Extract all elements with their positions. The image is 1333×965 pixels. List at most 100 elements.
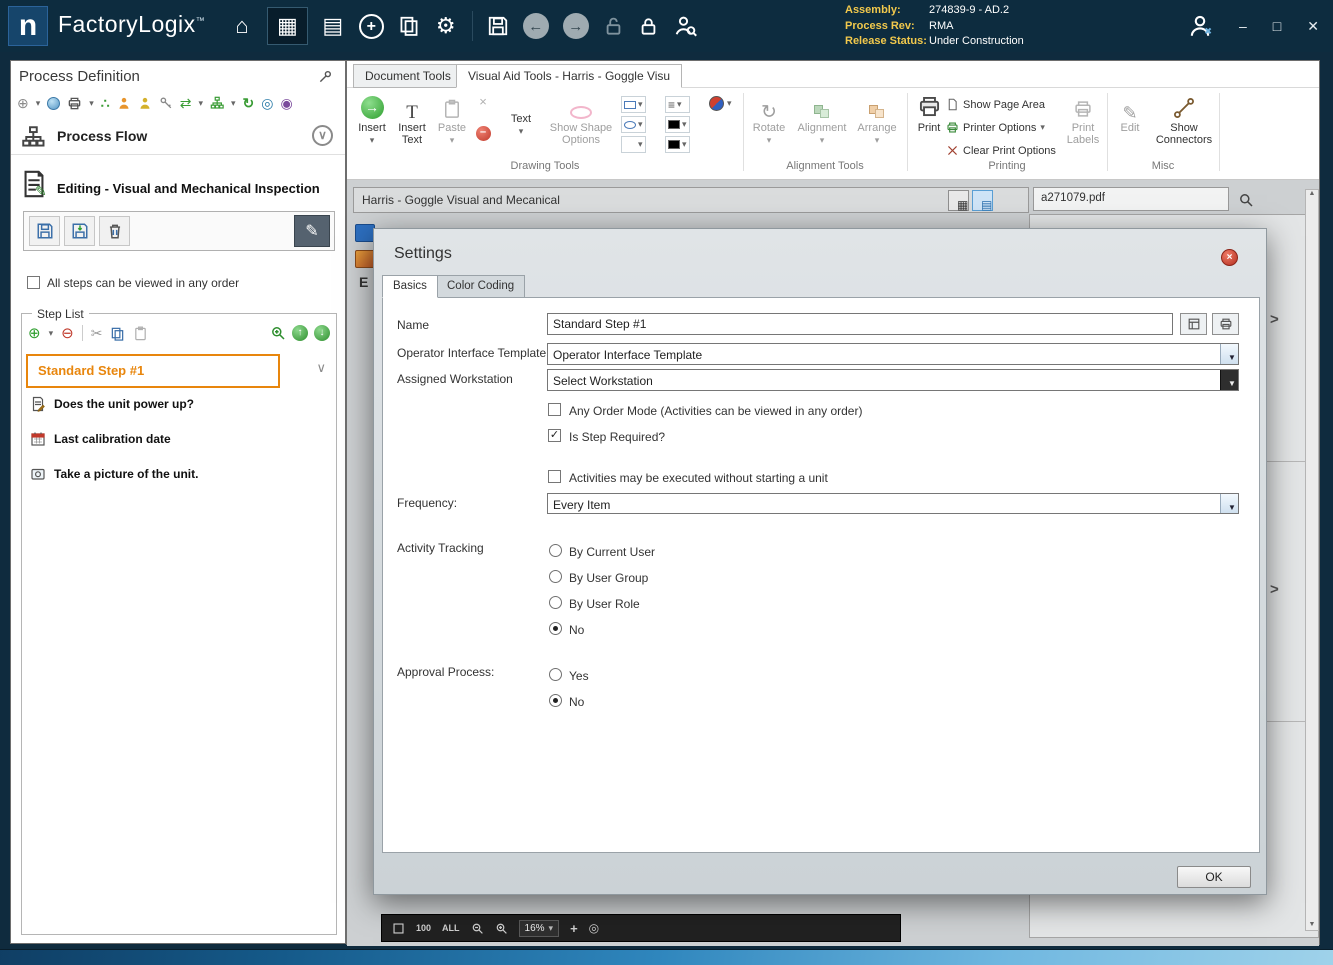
- show-page-area-button[interactable]: Show Page Area: [946, 98, 1071, 111]
- approval-yes-radio[interactable]: [549, 668, 562, 681]
- expand-chevron-icon[interactable]: >: [1270, 311, 1279, 328]
- dialog-close-icon[interactable]: ×: [1221, 249, 1238, 266]
- tracking-by-current-user-radio[interactable]: [549, 544, 562, 557]
- step-item[interactable]: Does the unit power up?: [30, 396, 194, 412]
- clear-print-options-button[interactable]: Clear Print Options: [946, 144, 1071, 157]
- expand-chevron-icon[interactable]: >: [1270, 581, 1279, 598]
- user-icon[interactable]: [138, 96, 152, 110]
- add-dropdown-icon[interactable]: ▾: [36, 98, 41, 109]
- insert-dropdown-icon[interactable]: ▾: [370, 135, 375, 145]
- scroll-down-icon[interactable]: ▼: [1306, 921, 1318, 928]
- is-step-required-checkbox[interactable]: ✓: [548, 429, 561, 442]
- combo-arrow-icon[interactable]: ▼: [1220, 494, 1238, 513]
- step-item-selected[interactable]: Standard Step #1: [26, 354, 280, 388]
- frequency-select[interactable]: Every Item ▼: [547, 493, 1239, 514]
- navigator-icon[interactable]: +: [358, 13, 384, 39]
- ellipse-tool[interactable]: ▾: [621, 116, 646, 133]
- fit-page-icon[interactable]: [392, 922, 405, 935]
- tree-icon[interactable]: [210, 96, 224, 110]
- rectangle-dropdown-icon[interactable]: ▾: [638, 99, 643, 110]
- pdf-name-box[interactable]: a271079.pdf: [1033, 187, 1229, 211]
- rectangle-tool[interactable]: ▾: [621, 96, 646, 113]
- right-scrollbar[interactable]: ▲ ▼: [1305, 189, 1319, 931]
- zoom-dropdown-icon[interactable]: ▾: [549, 923, 554, 934]
- any-order-mode-checkbox[interactable]: [548, 403, 561, 416]
- line-style-tool[interactable]: ≡ ▾: [665, 96, 690, 113]
- tab-visual-aid-tools[interactable]: Visual Aid Tools - Harris - Goggle Visu: [456, 64, 683, 88]
- fill-color-dropdown-icon[interactable]: ▾: [682, 139, 687, 150]
- tracking-no-radio[interactable]: [549, 622, 562, 635]
- tracking-by-user-role-radio[interactable]: [549, 596, 562, 609]
- maximize-button[interactable]: □: [1273, 18, 1281, 34]
- add-icon[interactable]: ⊕: [17, 94, 29, 112]
- minimize-button[interactable]: –: [1239, 18, 1247, 34]
- save-step-button[interactable]: [29, 216, 60, 246]
- documents-icon[interactable]: ▤: [321, 13, 345, 39]
- ok-button[interactable]: OK: [1177, 866, 1251, 888]
- back-icon[interactable]: ←: [522, 13, 549, 39]
- line-style-dropdown-icon[interactable]: ▾: [677, 99, 682, 110]
- target-icon[interactable]: ◎: [261, 94, 273, 112]
- tab-basics[interactable]: Basics: [382, 275, 438, 298]
- user-logout-icon[interactable]: [1187, 13, 1213, 39]
- user-add-icon[interactable]: [117, 96, 131, 110]
- user-search-icon[interactable]: [673, 14, 697, 38]
- image-dropdown-icon[interactable]: ▾: [727, 98, 732, 109]
- remove-shape-icon[interactable]: –: [475, 126, 491, 141]
- zoom-in-icon[interactable]: [495, 922, 508, 935]
- image-tool[interactable]: ▾: [709, 96, 732, 111]
- shapes-dropdown-icon[interactable]: ▾: [638, 139, 643, 150]
- printer-options-button[interactable]: Printer Options ▾: [946, 121, 1071, 134]
- process-definition-icon[interactable]: ▦: [267, 7, 308, 45]
- tree-dropdown-icon[interactable]: ▾: [231, 98, 236, 109]
- assigned-workstation-select[interactable]: Select Workstation ▼: [547, 369, 1239, 391]
- gear-icon[interactable]: ⚙: [434, 13, 458, 39]
- blue-tool-icon[interactable]: [355, 224, 375, 242]
- forward-icon[interactable]: →: [562, 13, 589, 39]
- combo-arrow-icon[interactable]: ▼: [1220, 370, 1238, 390]
- refresh-icon[interactable]: ↻: [243, 94, 255, 112]
- stroke-color-dropdown-icon[interactable]: ▾: [682, 119, 687, 130]
- show-connectors-button[interactable]: Show Connectors: [1153, 93, 1215, 146]
- network-icon[interactable]: ∴: [101, 94, 110, 112]
- ellipse-dropdown-icon[interactable]: ▾: [638, 119, 643, 130]
- zoom-step-icon[interactable]: [270, 325, 286, 341]
- fill-color-tool[interactable]: ▾: [665, 136, 690, 153]
- name-expand-button[interactable]: [1180, 313, 1207, 335]
- tracking-by-user-group-radio[interactable]: [549, 570, 562, 583]
- copy-icon[interactable]: [110, 326, 125, 341]
- step-chevron-icon[interactable]: ∨: [316, 360, 326, 376]
- text-button[interactable]: Text ▾: [504, 93, 538, 137]
- zoom-100-button[interactable]: 100: [416, 923, 431, 933]
- stroke-color-tool[interactable]: ▾: [665, 116, 690, 133]
- sync-icon[interactable]: ⇄: [180, 94, 192, 112]
- key-icon[interactable]: [159, 96, 173, 110]
- tab-color-coding[interactable]: Color Coding: [436, 275, 526, 298]
- print-icon[interactable]: [67, 96, 82, 111]
- insert-text-button[interactable]: T Insert Text: [393, 93, 431, 146]
- step-item[interactable]: Take a picture of the unit.: [30, 466, 198, 482]
- edit-step-button[interactable]: ✎: [294, 215, 330, 247]
- center-icon[interactable]: ◎: [589, 921, 599, 935]
- copy-pages-icon[interactable]: [398, 15, 420, 37]
- collapse-icon[interactable]: ∨: [312, 125, 333, 146]
- globe-icon[interactable]: [47, 96, 61, 110]
- more-shapes-tool[interactable]: ▾: [621, 136, 646, 153]
- import-button[interactable]: [64, 216, 95, 246]
- orange-tool-icon[interactable]: [355, 250, 375, 268]
- remove-step-icon[interactable]: ⊖: [61, 324, 74, 342]
- print-button[interactable]: Print: [911, 93, 947, 134]
- zoom-out-icon[interactable]: [471, 922, 484, 935]
- save-icon[interactable]: [487, 15, 509, 37]
- lock-icon[interactable]: [638, 16, 659, 37]
- process-flow-row[interactable]: Process Flow ∨: [11, 119, 345, 155]
- move-up-icon[interactable]: ↑: [292, 325, 308, 341]
- add-step-dropdown-icon[interactable]: ▾: [49, 328, 54, 339]
- name-print-button[interactable]: [1212, 313, 1239, 335]
- home-icon[interactable]: ⌂: [230, 13, 254, 39]
- insert-button[interactable]: → Insert ▾: [353, 93, 391, 146]
- pin-icon[interactable]: [318, 69, 333, 84]
- text-dropdown-icon[interactable]: ▾: [519, 126, 524, 136]
- add-step-icon[interactable]: ⊕: [28, 324, 41, 342]
- any-order-checkbox[interactable]: [27, 276, 40, 289]
